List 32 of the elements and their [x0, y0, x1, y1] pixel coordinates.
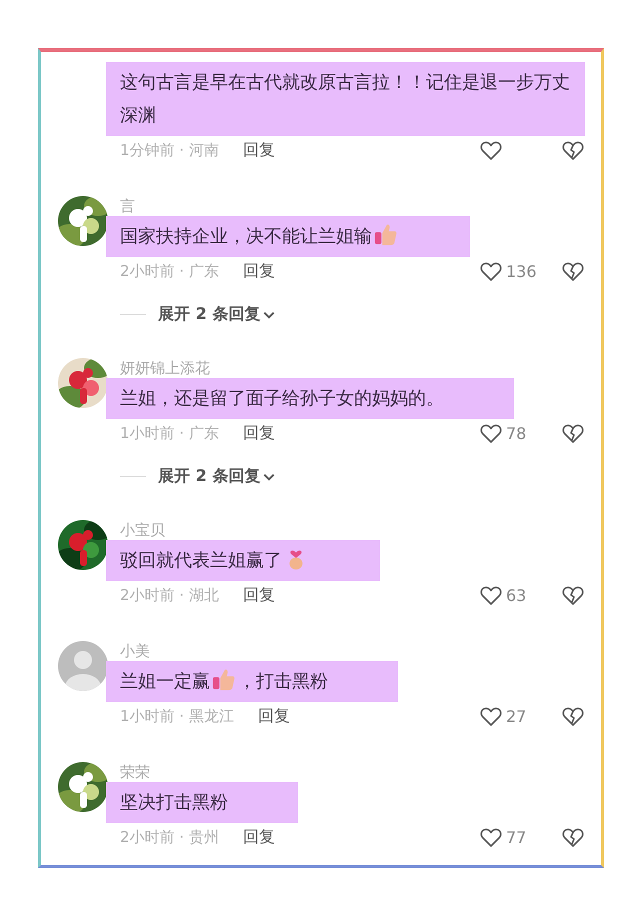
comment-text: 这句古言是早在古代就改原古言拉！！记住是退一步万丈深渊 [106, 62, 585, 136]
comment-time-location: 2小时前 · 贵州 [120, 828, 219, 846]
reply-button[interactable]: 回复 [242, 584, 275, 606]
user-name[interactable]: 小宝贝 [120, 520, 585, 540]
like-button[interactable]: 27 [479, 704, 537, 728]
user-name[interactable]: 妍妍锦上添花 [120, 358, 585, 378]
expand-replies-button[interactable]: 展开 2 条回复 [158, 466, 276, 487]
comment-text: 兰姐一定赢 ，打击黑粉 [106, 661, 398, 702]
reply-button[interactable]: 回复 [242, 422, 275, 444]
comment-text: 驳回就代表兰姐赢了 [106, 540, 380, 581]
comment-time-location: 1分钟前 · 河南 [120, 140, 219, 160]
thumbs-up-icon [374, 222, 398, 246]
like-button[interactable]: 78 [479, 421, 537, 445]
user-name[interactable]: 小美 [120, 641, 585, 661]
reply-button[interactable]: 回复 [242, 140, 275, 160]
user-name[interactable]: 言 [120, 196, 585, 216]
comment-time-location: 1小时前 · 黑龙江 [120, 706, 234, 726]
comment-time-location: 2小时前 · 湖北 [120, 586, 219, 604]
reply-button[interactable]: 回复 [242, 260, 275, 282]
comment-time-location: 1小时前 · 广东 [120, 424, 219, 442]
like-button[interactable]: 77 [479, 825, 537, 849]
thumbs-up-icon [212, 667, 236, 691]
user-name[interactable]: 荣荣 [120, 762, 585, 782]
expand-replies-button[interactable]: 展开 2 条回复 [158, 304, 276, 325]
like-button[interactable]: 136 [479, 259, 537, 283]
comment-text: 坚决打击黑粉 [106, 782, 298, 823]
reply-button[interactable]: 回复 [258, 706, 290, 726]
comment-text: 兰姐，还是留了面子给孙子女的妈妈的。 [106, 378, 514, 419]
like-button[interactable]: 63 [479, 583, 537, 607]
comment-text: 国家扶持企业，决不能让兰姐输 [106, 216, 470, 257]
comment-time-location: 2小时前 · 广东 [120, 262, 219, 280]
reply-button[interactable]: 回复 [242, 826, 275, 848]
